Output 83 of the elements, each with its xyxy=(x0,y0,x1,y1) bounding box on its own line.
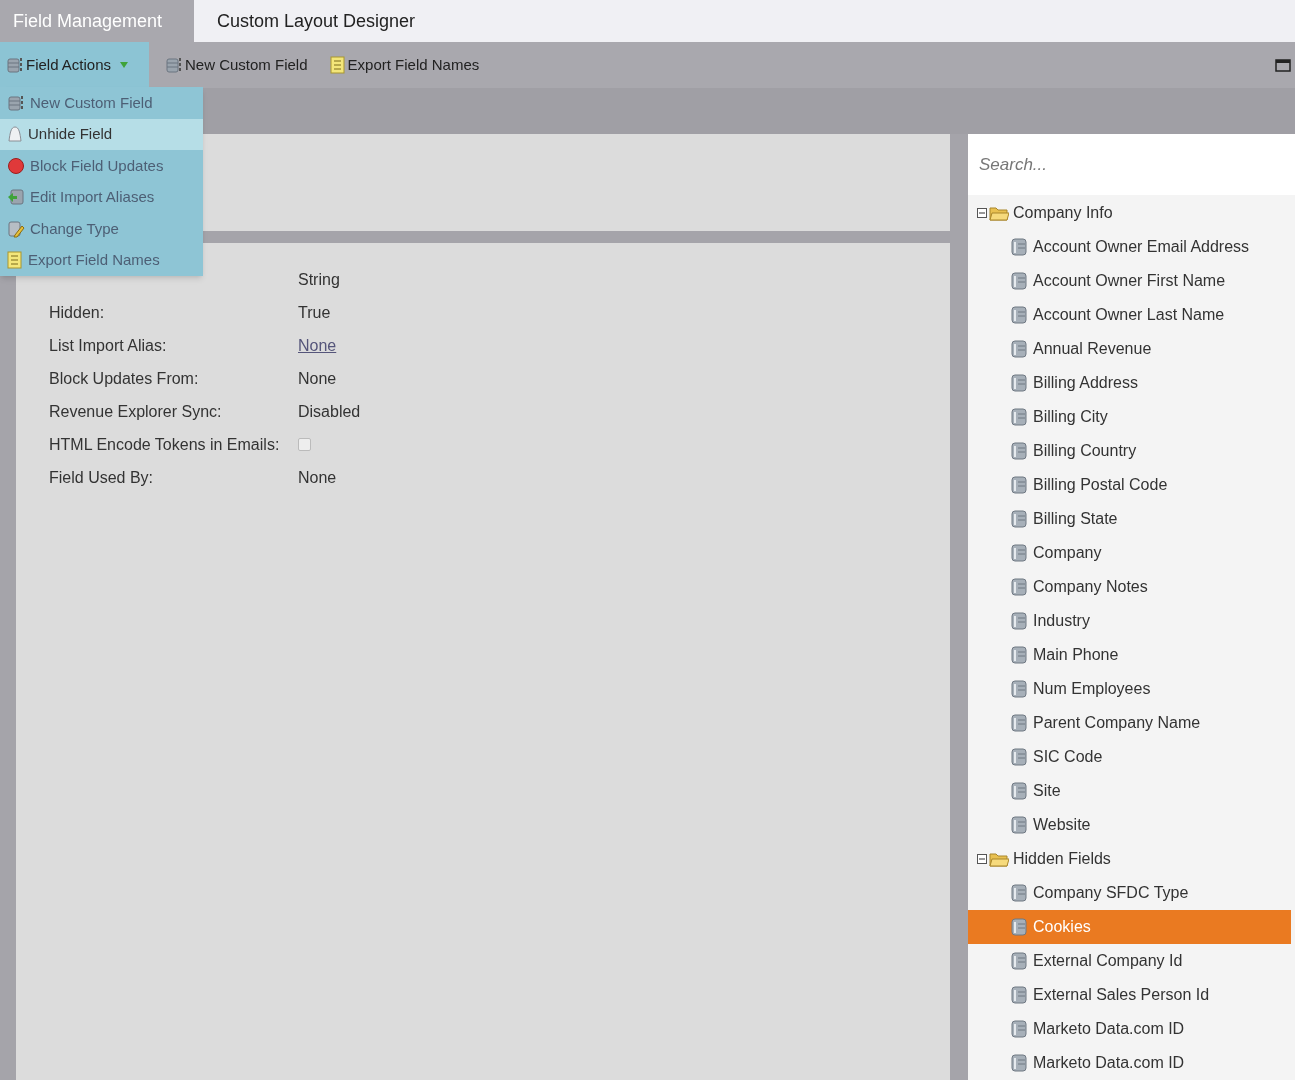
database-icon xyxy=(6,56,24,74)
tree-item[interactable]: Billing Country xyxy=(968,434,1291,468)
database-icon xyxy=(7,93,25,112)
database-icon xyxy=(1011,952,1027,970)
field-label: List Import Alias: xyxy=(49,336,167,354)
tree-item[interactable]: Marketo Data.com ID xyxy=(968,1012,1291,1046)
tree-item[interactable]: Account Owner Last Name xyxy=(968,298,1291,332)
pencil-page-icon xyxy=(7,219,25,238)
tree-item[interactable]: Account Owner Email Address xyxy=(968,230,1291,264)
tree-item[interactable]: Marketo Data.com ID xyxy=(968,1046,1291,1080)
tree-item[interactable]: Billing Postal Code xyxy=(968,468,1291,502)
database-icon xyxy=(1011,476,1027,494)
document-icon xyxy=(329,56,346,74)
window-icon[interactable] xyxy=(1275,57,1291,73)
database-icon xyxy=(1011,680,1027,698)
field-value: True xyxy=(298,302,331,323)
database-icon xyxy=(1011,1020,1027,1038)
menu-item[interactable]: Change Type xyxy=(0,213,203,245)
tree-item[interactable]: Num Employees xyxy=(968,672,1291,706)
database-icon xyxy=(1011,272,1027,290)
ghost-icon xyxy=(7,125,23,144)
tree-item[interactable]: Website xyxy=(968,808,1291,842)
tree-item[interactable]: Industry xyxy=(968,604,1291,638)
database-icon xyxy=(1011,578,1027,596)
field-value: String xyxy=(298,269,340,290)
database-icon xyxy=(165,56,183,74)
menu-item[interactable]: Unhide Field xyxy=(0,118,203,150)
checkbox[interactable] xyxy=(298,438,311,451)
folder-label[interactable]: Hidden Fields xyxy=(1013,847,1111,871)
database-icon xyxy=(1011,714,1027,732)
toolbar-button[interactable]: New Custom Field xyxy=(159,42,314,88)
field-label: Revenue Explorer Sync: xyxy=(49,402,222,420)
database-icon xyxy=(1011,306,1027,324)
database-icon xyxy=(1011,884,1027,902)
field-value: None xyxy=(298,467,337,488)
field-label: HTML Encode Tokens in Emails: xyxy=(49,435,280,453)
database-icon xyxy=(1011,986,1027,1004)
tree-item[interactable]: Company Notes xyxy=(968,570,1291,604)
document-icon xyxy=(7,251,23,270)
menu-item[interactable]: Export Field Names xyxy=(0,244,203,276)
field-label: Block Updates From: xyxy=(49,369,199,387)
database-icon xyxy=(1011,646,1027,664)
folder-icon xyxy=(989,205,1009,221)
alias-link[interactable]: None xyxy=(298,333,337,358)
database-icon xyxy=(1011,442,1027,460)
database-icon xyxy=(1011,918,1027,936)
tree-item[interactable]: Annual Revenue xyxy=(968,332,1291,366)
tree-item[interactable]: Billing Address xyxy=(968,366,1291,400)
collapse-icon[interactable] xyxy=(977,208,987,218)
tree-item[interactable]: Main Phone xyxy=(968,638,1291,672)
database-icon xyxy=(1011,408,1027,426)
field-value: None xyxy=(298,368,337,389)
database-icon xyxy=(1011,612,1027,630)
stop-icon xyxy=(7,156,25,175)
database-icon xyxy=(1011,374,1027,392)
database-icon xyxy=(1011,510,1027,528)
tree-item[interactable]: Site xyxy=(968,774,1291,808)
database-icon xyxy=(1011,340,1027,358)
caret-icon xyxy=(119,61,130,69)
tree-item[interactable]: Billing State xyxy=(968,502,1291,536)
database-icon xyxy=(1011,782,1027,800)
toolbar-button[interactable]: Export Field Names xyxy=(323,42,486,88)
collapse-icon[interactable] xyxy=(977,854,987,864)
folder-label[interactable]: Company Info xyxy=(1013,201,1113,225)
database-icon xyxy=(1011,816,1027,834)
database-icon xyxy=(1011,1054,1027,1072)
tree-item[interactable]: External Company Id xyxy=(968,944,1291,978)
tree-item[interactable]: External Sales Person Id xyxy=(968,978,1291,1012)
field-value: Disabled xyxy=(298,401,361,422)
tree-item[interactable]: Company xyxy=(968,536,1291,570)
database-icon xyxy=(1011,748,1027,766)
folder-icon xyxy=(989,851,1009,867)
field-label: Hidden: xyxy=(49,303,105,321)
tree-item[interactable]: Parent Company Name xyxy=(968,706,1291,740)
tree-item[interactable]: Account Owner First Name xyxy=(968,264,1291,298)
search-field[interactable]: Search... xyxy=(968,134,1295,195)
database-icon xyxy=(1011,238,1027,256)
field-label: Field Used By: xyxy=(49,468,154,486)
database-icon xyxy=(1011,544,1027,562)
toolbar-button[interactable]: Field Actions xyxy=(0,42,149,88)
tree-item[interactable]: Billing City xyxy=(968,400,1291,434)
tree-item[interactable]: Company SFDC Type xyxy=(968,876,1291,910)
tree-item[interactable]: SIC Code xyxy=(968,740,1291,774)
